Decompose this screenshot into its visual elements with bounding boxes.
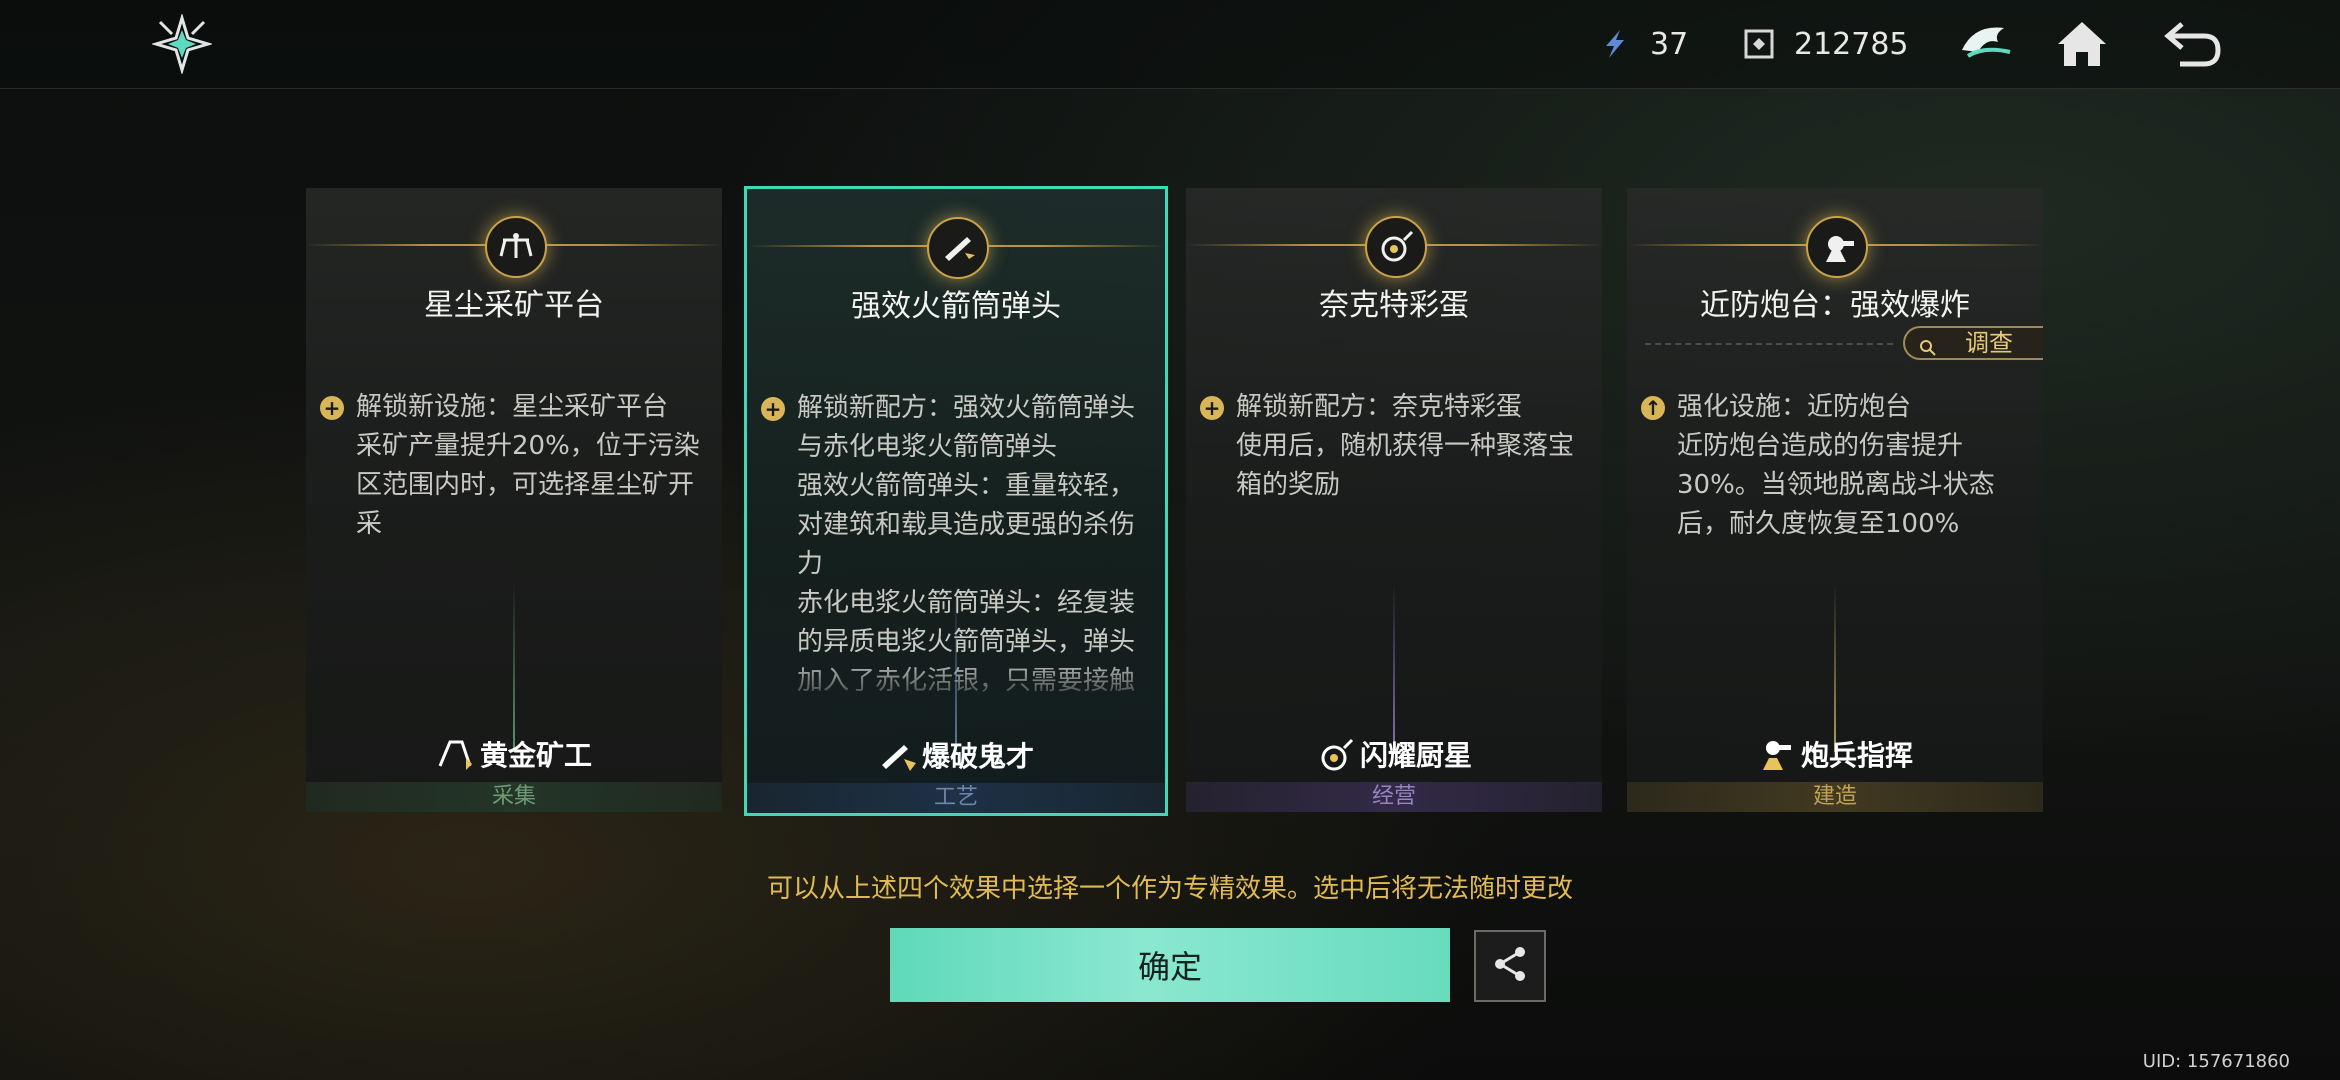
light-beam <box>1393 582 1395 752</box>
magnifier-icon <box>1919 334 1937 356</box>
unlock-plus-icon: + <box>320 396 344 420</box>
currency-chip-icon <box>1742 27 1776 61</box>
description-text: 解锁新配方：强效火箭筒弹头与赤化电浆火箭筒弹头 强效火箭筒弹头：重量较轻，对建筑… <box>797 393 1136 707</box>
frying-pan-icon <box>1365 216 1427 278</box>
selection-hint: 可以从上述四个效果中选择一个作为专精效果。选中后将无法随时更改 <box>766 874 1573 904</box>
user-id: UID: 157671860 <box>2142 1051 2290 1072</box>
description-text: 解锁新设施：星尘采矿平台 采矿产量提升20%，位于污染区范围内时，可选择星尘矿开… <box>356 392 700 539</box>
unlock-plus-icon: + <box>761 397 785 421</box>
light-beam <box>1834 582 1836 752</box>
card-title: 奈克特彩蛋 <box>1319 288 1469 323</box>
winged-star-logo-icon[interactable] <box>150 12 214 76</box>
gold-miner-icon <box>436 736 476 772</box>
title-badge: 炮兵指挥 <box>1627 734 2043 774</box>
card-description: + 解锁新设施：星尘采矿平台 采矿产量提升20%，位于污染区范围内时，可选择星尘… <box>320 388 708 544</box>
unlock-plus-icon: + <box>1200 396 1224 420</box>
card-title: 近防炮台：强效爆炸 <box>1700 288 1970 323</box>
back-arrow-icon[interactable] <box>2160 12 2224 76</box>
specialization-card[interactable]: 星尘采矿平台 + 解锁新设施：星尘采矿平台 采矿产量提升20%，位于污染区范围内… <box>306 188 722 812</box>
title-badge: 黄金矿工 <box>306 734 722 774</box>
category-label: 经营 <box>1186 782 1602 812</box>
inspect-button[interactable]: 调查 <box>1903 326 2043 360</box>
energy-crystal-icon <box>1598 27 1632 61</box>
currency-resource: 212785 <box>1742 22 1909 66</box>
category-label: 建造 <box>1627 782 2043 812</box>
energy-value: 37 <box>1650 26 1689 62</box>
category-label: 采集 <box>306 782 722 812</box>
specialization-card[interactable]: 奈克特彩蛋 + 解锁新配方：奈克特彩蛋 使用后，随机获得一种聚落宝箱的奖励 闪耀… <box>1186 188 1602 812</box>
badge-label: 闪耀厨星 <box>1359 739 1472 772</box>
turret-icon <box>1806 216 1868 278</box>
specialization-card-selected[interactable]: 强效火箭筒弹头 + 解锁新配方：强效火箭筒弹头与赤化电浆火箭筒弹头 强效火箭筒弹… <box>744 186 1168 816</box>
confirm-button[interactable]: 确定 <box>890 928 1450 1002</box>
category-label: 工艺 <box>747 783 1165 813</box>
card-title: 强效火箭筒弹头 <box>851 289 1061 324</box>
chef-icon <box>1316 736 1356 772</box>
card-description: ↑ 强化设施：近防炮台 近防炮台造成的伤害提升30%。当领地脱离战斗状态后，耐久… <box>1641 388 2029 544</box>
description-text: 解锁新配方：奈克特彩蛋 使用后，随机获得一种聚落宝箱的奖励 <box>1236 392 1575 500</box>
top-bar: 37 212785 <box>0 0 2340 89</box>
specialization-card[interactable]: 近防炮台：强效爆炸 调查 ↑ 强化设施：近防炮台 近防炮台造成的伤害提升30%。… <box>1627 188 2043 812</box>
description-text: 强化设施：近防炮台 近防炮台造成的伤害提升30%。当领地脱离战斗状态后，耐久度恢… <box>1677 392 1995 539</box>
inspect-label: 调查 <box>1965 329 2013 357</box>
light-beam <box>513 582 515 752</box>
light-beam <box>955 583 957 753</box>
rocket-launcher-icon <box>927 217 989 279</box>
demolition-icon <box>878 737 918 773</box>
currency-value: 212785 <box>1794 26 1909 62</box>
badge-label: 黄金矿工 <box>479 739 592 772</box>
dashed-divider <box>1645 343 1893 345</box>
card-title: 星尘采矿平台 <box>424 288 604 323</box>
share-button[interactable] <box>1474 930 1546 1002</box>
title-badge: 爆破鬼才 <box>747 735 1165 775</box>
badge-label: 爆破鬼才 <box>921 740 1034 773</box>
badge-label: 炮兵指挥 <box>1800 739 1913 772</box>
faction-emblem-icon[interactable] <box>1954 12 2018 76</box>
artillery-icon <box>1757 736 1797 772</box>
energy-resource: 37 <box>1598 22 1688 66</box>
card-description: + 解锁新配方：奈克特彩蛋 使用后，随机获得一种聚落宝箱的奖励 <box>1200 388 1588 505</box>
title-badge: 闪耀厨星 <box>1186 734 1602 774</box>
upgrade-arrow-icon: ↑ <box>1641 396 1665 420</box>
share-icon <box>1490 944 1530 988</box>
mining-rig-icon <box>485 216 547 278</box>
home-icon[interactable] <box>2050 12 2114 76</box>
